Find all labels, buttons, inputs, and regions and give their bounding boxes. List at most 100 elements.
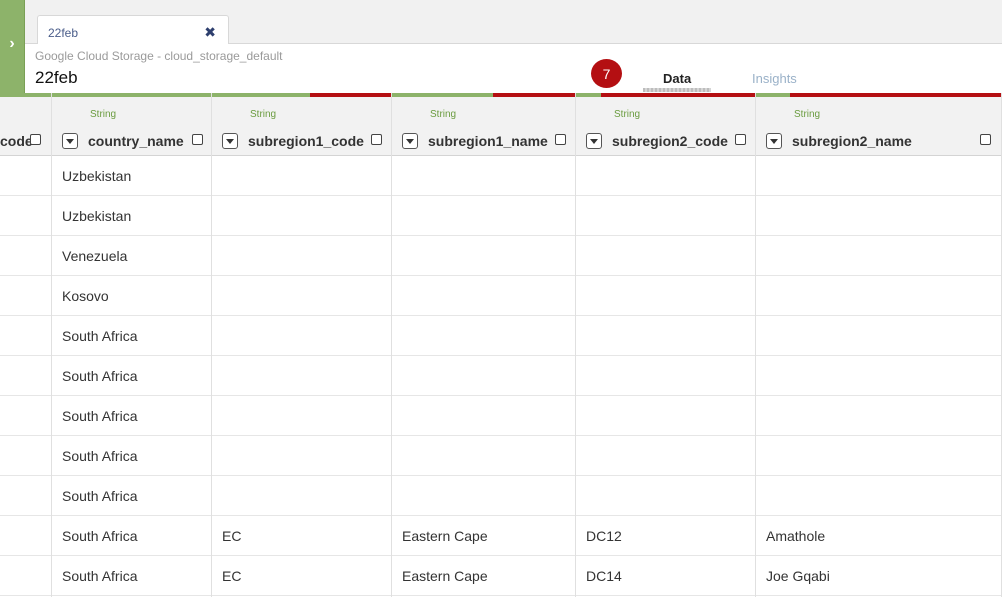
table-cell[interactable] (212, 156, 391, 196)
column-menu-icon[interactable] (402, 133, 418, 149)
table-cell[interactable]: South Africa (52, 436, 211, 476)
table-cell[interactable] (0, 156, 51, 196)
table-cell[interactable]: Joe Gqabi (756, 556, 1001, 596)
table-cell[interactable] (212, 196, 391, 236)
column-subregion1-name: String subregion1_name Eastern Cape Eastern… (392, 93, 576, 597)
table-cell[interactable] (756, 396, 1001, 436)
column-header[interactable]: code (0, 97, 51, 156)
caret-down-icon (590, 139, 598, 144)
column-menu-icon[interactable] (766, 133, 782, 149)
table-cell[interactable] (0, 196, 51, 236)
sidebar-toggle[interactable]: › (0, 0, 25, 93)
tab-insights[interactable]: Insights (752, 71, 797, 86)
column-menu-icon[interactable] (62, 133, 78, 149)
tab-data[interactable]: Data (663, 71, 691, 86)
column-select-checkbox[interactable] (980, 134, 991, 145)
table-cell[interactable]: South Africa (52, 516, 211, 556)
column-type-label: String (794, 109, 821, 120)
table-cell[interactable] (756, 236, 1001, 276)
table-cell[interactable]: Uzbekistan (52, 196, 211, 236)
table-cell[interactable]: Eastern Cape (392, 516, 575, 556)
column-select-checkbox[interactable] (735, 134, 746, 145)
table-cell[interactable] (392, 396, 575, 436)
table-cell[interactable] (0, 236, 51, 276)
table-cell[interactable] (576, 396, 755, 436)
column-header[interactable]: String subregion1_name (392, 97, 575, 156)
table-cell[interactable] (212, 236, 391, 276)
column-subregion1-code: String subregion1_code EC EC (212, 93, 392, 597)
table-cell[interactable]: Venezuela (52, 236, 211, 276)
table-cell[interactable] (212, 476, 391, 516)
table-cell[interactable] (0, 276, 51, 316)
column-select-checkbox[interactable] (555, 134, 566, 145)
column-select-checkbox[interactable] (371, 134, 382, 145)
column-header[interactable]: String country_name (52, 97, 211, 156)
table-cell[interactable] (756, 476, 1001, 516)
table-cell[interactable]: South Africa (52, 396, 211, 436)
column-select-checkbox[interactable] (30, 134, 41, 145)
column-header[interactable]: String subregion2_code (576, 97, 755, 156)
table-cell[interactable] (212, 436, 391, 476)
notification-badge[interactable]: 7 (591, 59, 622, 88)
table-cell[interactable] (212, 356, 391, 396)
column-name: subregion2_code (612, 133, 728, 149)
table-cell[interactable]: Eastern Cape (392, 556, 575, 596)
table-cell[interactable]: South Africa (52, 556, 211, 596)
table-cell[interactable] (392, 236, 575, 276)
table-cell[interactable] (756, 316, 1001, 356)
table-cell[interactable]: Kosovo (52, 276, 211, 316)
table-cell[interactable] (212, 396, 391, 436)
data-grid: code String country_name Uzbekistan Uzbekist… (0, 93, 1002, 597)
table-cell[interactable] (0, 556, 51, 596)
column-country-name: String country_name Uzbekistan Uzbekistan Ve… (52, 93, 212, 597)
table-cell[interactable] (576, 356, 755, 396)
table-cell[interactable] (392, 436, 575, 476)
table-cell[interactable] (756, 356, 1001, 396)
table-cell[interactable]: DC14 (576, 556, 755, 596)
table-cell[interactable] (392, 156, 575, 196)
table-cell[interactable] (392, 276, 575, 316)
table-cell[interactable] (576, 436, 755, 476)
table-cell[interactable] (212, 316, 391, 356)
table-cell[interactable]: South Africa (52, 356, 211, 396)
table-cell[interactable] (0, 516, 51, 556)
table-cell[interactable]: South Africa (52, 316, 211, 356)
table-cell[interactable] (576, 236, 755, 276)
tab-data-underline (643, 88, 711, 92)
column-header[interactable]: String subregion2_name (756, 97, 1001, 156)
table-cell[interactable]: DC12 (576, 516, 755, 556)
table-cell[interactable] (392, 196, 575, 236)
table-cell[interactable] (392, 476, 575, 516)
column-select-checkbox[interactable] (192, 134, 203, 145)
table-cell[interactable] (0, 436, 51, 476)
table-cell[interactable] (576, 196, 755, 236)
table-cell[interactable] (576, 476, 755, 516)
table-cell[interactable] (756, 196, 1001, 236)
table-cell[interactable] (392, 316, 575, 356)
table-cell[interactable] (0, 316, 51, 356)
table-cell[interactable]: EC (212, 556, 391, 596)
table-cell[interactable] (756, 156, 1001, 196)
table-cell[interactable]: EC (212, 516, 391, 556)
table-cell[interactable] (576, 316, 755, 356)
table-cell[interactable] (576, 156, 755, 196)
table-cell[interactable] (0, 396, 51, 436)
column-menu-icon[interactable] (222, 133, 238, 149)
table-cell[interactable] (756, 436, 1001, 476)
table-cell[interactable]: South Africa (52, 476, 211, 516)
table-cell[interactable]: Uzbekistan (52, 156, 211, 196)
table-cell[interactable] (392, 356, 575, 396)
table-cell[interactable] (576, 276, 755, 316)
table-cell[interactable] (0, 356, 51, 396)
table-cell[interactable] (756, 276, 1001, 316)
close-icon[interactable]: ✖ (204, 24, 216, 41)
table-cell[interactable]: Amathole (756, 516, 1001, 556)
table-cell[interactable] (0, 476, 51, 516)
tab-22feb[interactable]: 22feb ✖ (37, 15, 229, 45)
column-type-label: String (90, 109, 117, 120)
column-type-label: String (250, 109, 277, 120)
column-menu-icon[interactable] (586, 133, 602, 149)
column-header[interactable]: String subregion1_code (212, 97, 391, 156)
table-cell[interactable] (212, 276, 391, 316)
caret-down-icon (66, 139, 74, 144)
